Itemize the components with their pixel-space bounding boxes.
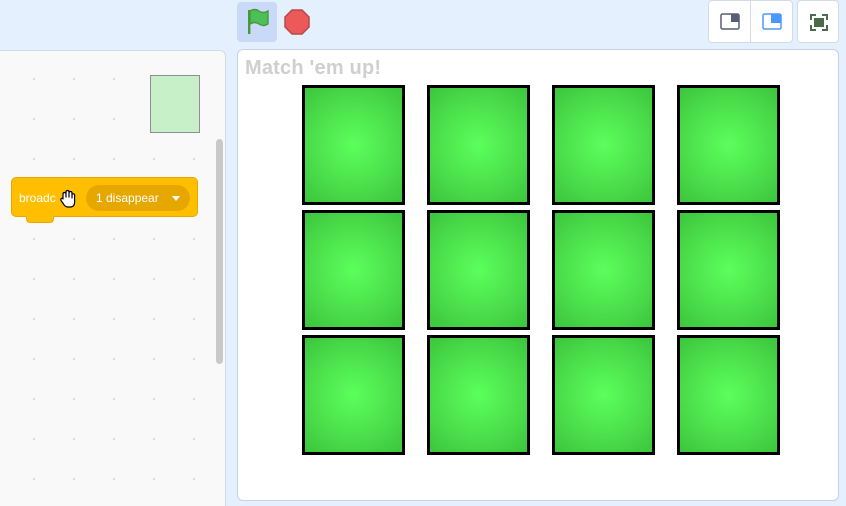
memory-card[interactable] bbox=[552, 335, 655, 455]
block-bottom-notch bbox=[26, 216, 54, 223]
broadcast-message-dropdown[interactable]: 1 disappear bbox=[86, 185, 190, 211]
memory-card[interactable] bbox=[677, 335, 780, 455]
large-stage-button[interactable] bbox=[751, 1, 793, 42]
memory-card[interactable] bbox=[427, 210, 530, 330]
memory-card[interactable] bbox=[427, 85, 530, 205]
fullscreen-icon bbox=[810, 14, 828, 31]
dropdown-value: 1 disappear bbox=[96, 191, 159, 205]
large-stage-icon bbox=[762, 13, 782, 30]
memory-card[interactable] bbox=[677, 85, 780, 205]
sprite-thumbnail bbox=[150, 75, 200, 133]
stage-size-toggle[interactable] bbox=[708, 0, 793, 43]
green-flag-icon bbox=[248, 8, 269, 34]
fullscreen-button[interactable] bbox=[797, 0, 839, 43]
green-flag-button[interactable] bbox=[237, 2, 277, 42]
stop-sign-icon bbox=[284, 9, 310, 35]
memory-card[interactable] bbox=[552, 210, 655, 330]
memory-card[interactable] bbox=[427, 335, 530, 455]
stop-button[interactable] bbox=[282, 7, 312, 37]
broadcast-label: broadc bbox=[19, 191, 56, 205]
memory-card[interactable] bbox=[677, 210, 780, 330]
small-stage-button[interactable] bbox=[709, 1, 751, 42]
small-stage-icon bbox=[720, 13, 740, 30]
hand-cursor-icon bbox=[60, 189, 76, 208]
broadcast-block[interactable]: broadc 1 disappear bbox=[11, 177, 198, 223]
stage[interactable]: Match 'em up! bbox=[237, 49, 839, 501]
vertical-scrollbar[interactable] bbox=[216, 139, 223, 364]
memory-card[interactable] bbox=[302, 335, 405, 455]
code-area[interactable]: broadc 1 disappear bbox=[0, 50, 226, 506]
chevron-down-icon bbox=[172, 196, 180, 201]
memory-card[interactable] bbox=[302, 210, 405, 330]
game-title: Match 'em up! bbox=[245, 57, 382, 79]
memory-card[interactable] bbox=[302, 85, 405, 205]
memory-card[interactable] bbox=[552, 85, 655, 205]
